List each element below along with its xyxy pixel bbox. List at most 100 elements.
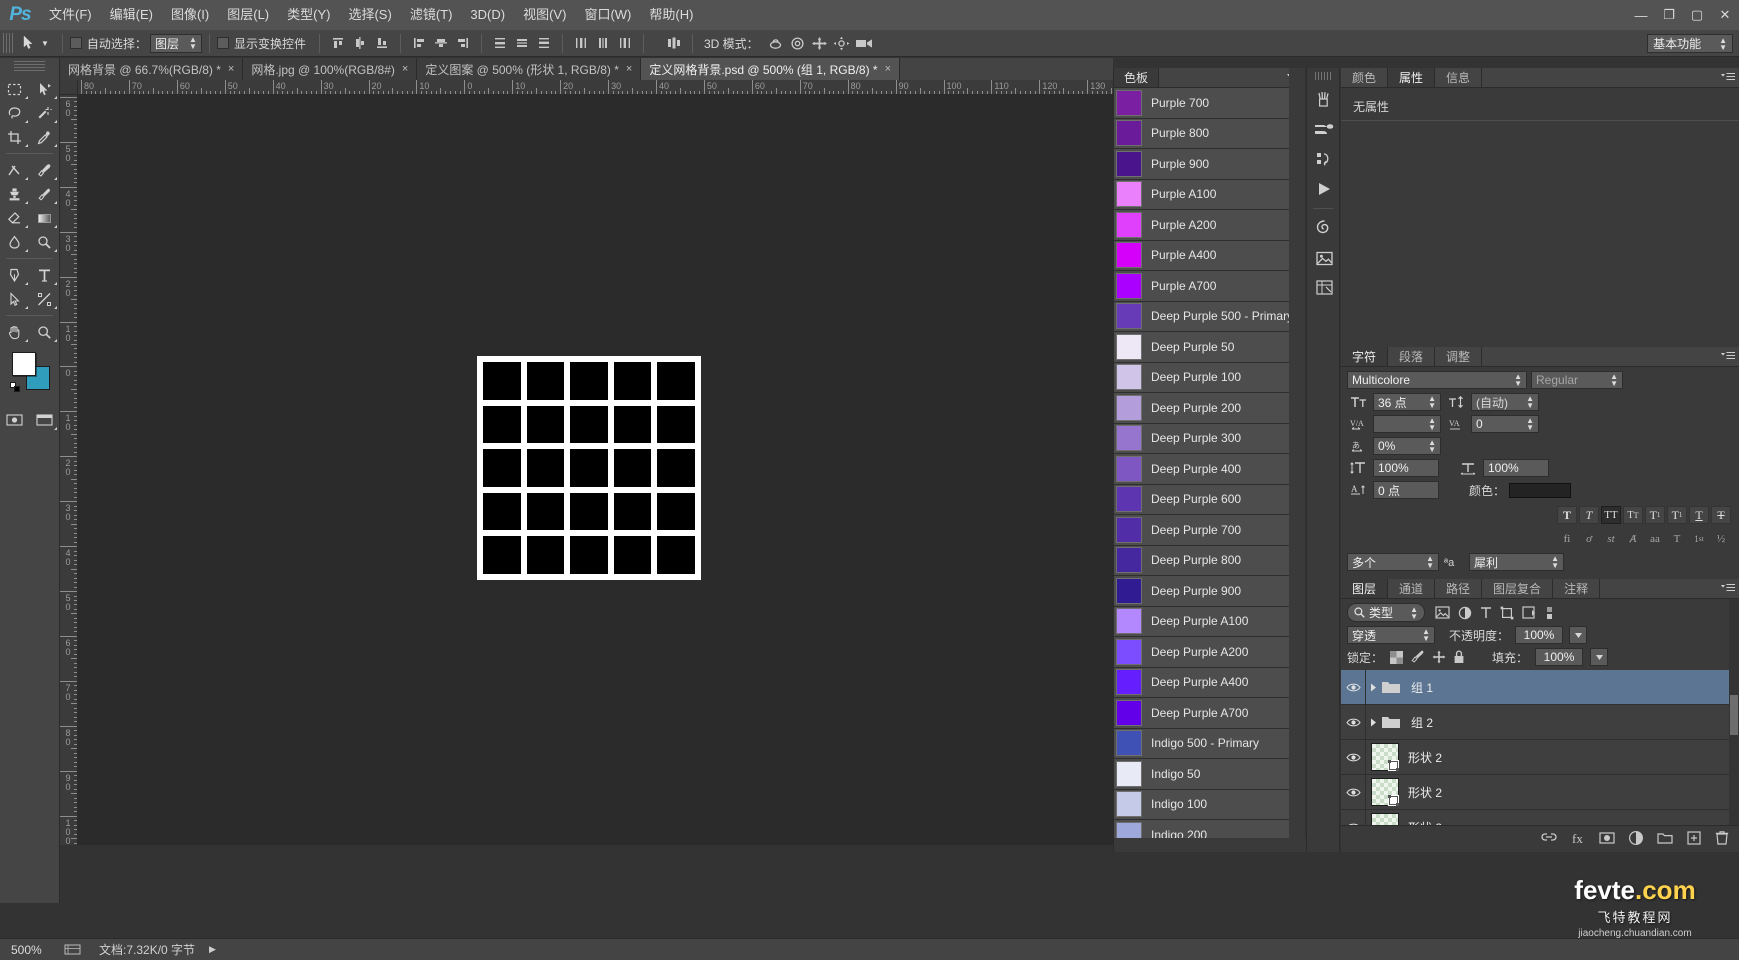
layer-filter-type-select[interactable]: 类型 ▲ ▼ (1347, 603, 1425, 622)
distribute-right-edges-button[interactable] (614, 33, 636, 53)
swatch-item[interactable]: Deep Purple 100 (1114, 362, 1295, 393)
layers-scroll-thumb[interactable] (1730, 695, 1738, 735)
filter-toggle-switch-icon[interactable] (1544, 606, 1555, 620)
dodge-tool[interactable] (30, 230, 60, 254)
opacity-dropdown-button[interactable] (1569, 626, 1588, 644)
kerning-field[interactable]: ▲ ▼ (1373, 415, 1441, 433)
zoom-tool[interactable] (30, 320, 60, 344)
lock-all-icon[interactable] (1453, 650, 1465, 664)
horizontal-type-tool[interactable] (30, 263, 60, 287)
libraries-panel-icon[interactable] (1307, 243, 1341, 273)
vertical-scale-field[interactable]: 100% (1373, 459, 1439, 477)
eyedropper-tool[interactable] (30, 125, 60, 149)
hand-tool[interactable] (0, 320, 30, 344)
tab-character[interactable]: 字符 (1341, 347, 1389, 366)
restore-button[interactable]: ❐ (1655, 0, 1683, 30)
antialias-field[interactable]: 犀利 ▲ ▼ (1469, 553, 1564, 571)
swatch-item[interactable]: Deep Purple 700 (1114, 515, 1295, 546)
menu-image[interactable]: 图像(I) (162, 0, 218, 30)
layer-row[interactable]: 组 2 (1341, 704, 1739, 740)
new-group-icon[interactable] (1657, 830, 1673, 846)
menu-view[interactable]: 视图(V) (514, 0, 575, 30)
contextual-alternates-button[interactable]: ơ (1579, 530, 1599, 547)
rectangular-marquee-tool[interactable] (0, 77, 30, 101)
swatch-color-chip[interactable] (1116, 821, 1142, 838)
layer-row[interactable]: 形状 2 (1341, 739, 1739, 775)
layer-thumbnail[interactable] (1371, 743, 1399, 771)
actions-panel-icon[interactable] (1307, 144, 1341, 174)
chevron-updown-icon[interactable]: ▲ ▼ (1428, 417, 1436, 432)
chevron-updown-icon[interactable]: ▲ ▼ (1610, 373, 1618, 388)
zoom-level-field[interactable]: 500% (8, 942, 60, 958)
align-bottom-edges-button[interactable] (371, 33, 393, 53)
eraser-tool[interactable] (0, 206, 30, 230)
tab-layer-comps[interactable]: 图层复合 (1482, 579, 1554, 598)
align-right-edges-button[interactable] (452, 33, 474, 53)
layer-visibility-toggle[interactable] (1341, 670, 1365, 705)
menu-layer[interactable]: 图层(L) (218, 0, 278, 30)
menu-file[interactable]: 文件(F) (40, 0, 101, 30)
ruler-corner[interactable] (60, 80, 78, 95)
tab-paragraph[interactable]: 段落 (1388, 347, 1436, 366)
swatch-color-chip[interactable] (1116, 608, 1142, 635)
swatch-item[interactable]: Purple 700 (1114, 88, 1295, 119)
menu-select[interactable]: 选择(S) (339, 0, 400, 30)
shape-layer-filter-icon[interactable] (1500, 606, 1514, 620)
status-expand-arrow-icon[interactable]: ▶ (209, 944, 216, 955)
current-tool-indicator[interactable]: ▼ (15, 35, 55, 51)
history-panel-icon[interactable] (1307, 84, 1341, 114)
chevron-updown-icon[interactable]: ▲ ▼ (1426, 555, 1434, 570)
swatches-list[interactable]: Purple 700 Purple 800 Purple 900 Purple A10… (1114, 88, 1295, 838)
swatch-color-chip[interactable] (1116, 120, 1142, 147)
blend-mode-select[interactable]: 穿透 ▲ ▼ (1347, 626, 1435, 644)
group-expand-arrow-icon[interactable] (1366, 683, 1380, 692)
tab-color[interactable]: 颜色 (1341, 68, 1389, 87)
tab-properties[interactable]: 属性 (1388, 68, 1436, 87)
swatch-color-chip[interactable] (1116, 89, 1142, 116)
stylistic-alternates-button[interactable]: aa (1645, 530, 1665, 547)
close-icon[interactable]: × (228, 63, 234, 75)
swatch-color-chip[interactable] (1116, 791, 1142, 818)
swatch-item[interactable]: Deep Purple A200 (1114, 637, 1295, 668)
text-color-swatch[interactable] (1509, 482, 1572, 498)
swatch-item[interactable]: Deep Purple 900 (1114, 576, 1295, 607)
swatch-color-chip[interactable] (1116, 455, 1142, 482)
link-layers-icon[interactable] (1541, 830, 1557, 846)
swatch-color-chip[interactable] (1116, 394, 1142, 421)
swatch-color-chip[interactable] (1116, 547, 1142, 574)
gradient-tool[interactable] (30, 206, 60, 230)
chevron-updown-icon[interactable]: ▲ ▼ (1526, 395, 1534, 410)
layer-list[interactable]: 组 1组 2形状 2形状 2形状 2 (1341, 669, 1739, 845)
tool-dropdown-arrow-icon[interactable]: ▼ (41, 39, 49, 48)
screen-mode-button[interactable] (30, 408, 60, 432)
quick-mask-mode-button[interactable] (0, 408, 30, 432)
tab-channels[interactable]: 通道 (1388, 579, 1436, 598)
tab-notes[interactable]: 注释 (1553, 579, 1601, 598)
document-tab-0[interactable]: 网格背景 @ 66.7%(RGB/8) * × (60, 58, 244, 80)
rail-grip[interactable] (1315, 72, 1331, 80)
type-layer-filter-icon[interactable] (1480, 606, 1492, 620)
slide-3d-object-icon[interactable] (831, 33, 853, 53)
lock-position-icon[interactable] (1432, 650, 1446, 664)
rotate-3d-object-icon[interactable] (765, 33, 787, 53)
align-vertical-centers-button[interactable] (349, 33, 371, 53)
swatch-item[interactable]: Indigo 500 - Primary (1114, 728, 1295, 759)
language-field[interactable]: 多个 ▲ ▼ (1347, 553, 1439, 571)
distribute-left-edges-button[interactable] (570, 33, 592, 53)
auto-select-checkbox[interactable] (69, 37, 82, 49)
menu-window[interactable]: 窗口(W) (575, 0, 640, 30)
roll-3d-object-icon[interactable] (787, 33, 809, 53)
add-layer-mask-icon[interactable] (1599, 830, 1615, 846)
menu-3d[interactable]: 3D(D) (461, 0, 514, 30)
chevron-updown-icon[interactable]: ▲ ▼ (1428, 439, 1436, 454)
tab-paths[interactable]: 路径 (1435, 579, 1483, 598)
swatch-item[interactable]: Indigo 50 (1114, 759, 1295, 790)
document-tab-1[interactable]: 网格.jpg @ 100%(RGB/8#) × (243, 58, 418, 80)
chevron-updown-icon[interactable]: ▲ ▼ (1551, 555, 1559, 570)
distribute-bottom-edges-button[interactable] (533, 33, 555, 53)
lock-image-pixels-icon[interactable] (1410, 650, 1425, 664)
tab-layers[interactable]: 图层 (1341, 579, 1389, 598)
clone-stamp-tool[interactable] (0, 182, 30, 206)
faux-bold-button[interactable]: T (1557, 506, 1577, 524)
lock-transparent-pixels-icon[interactable] (1390, 650, 1404, 664)
